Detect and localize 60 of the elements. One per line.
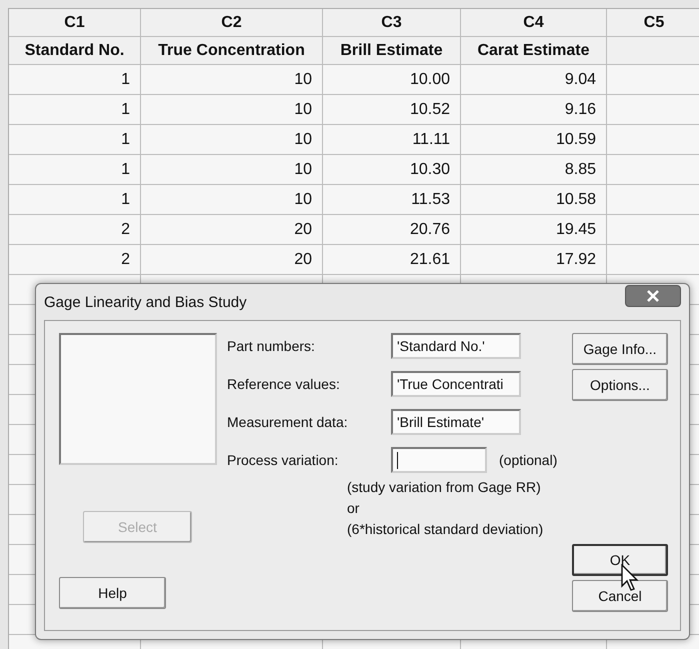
table-cell: 20 [141,245,323,275]
table-cell: 1 [9,95,141,125]
field-label: Measurement data: [227,414,349,430]
field-label: Reference values: [227,376,341,392]
column-id-header: C4 [461,9,607,37]
table-cell: 1 [9,155,141,185]
hint-text: or [347,500,360,516]
dialog-button[interactable]: Gage Info... [572,333,668,365]
table-cell: 2 [9,245,141,275]
table-cell: 17.92 [461,245,607,275]
help-button[interactable]: Help [59,577,166,609]
table-cell: 10.30 [323,155,461,185]
table-cell: 11.53 [323,185,461,215]
table-cell: 19.45 [461,215,607,245]
hint-text: (study variation from Gage RR) [347,479,542,495]
column-id-header: C3 [323,9,461,37]
column-name-header: Carat Estimate [461,37,607,65]
table-cell: 1 [9,125,141,155]
table-cell: 10.00 [323,65,461,95]
input-field[interactable]: 'Standard No.' [391,333,521,359]
column-name-header: Brill Estimate [323,37,461,65]
table-cell: 9.04 [461,65,607,95]
column-name-header: Standard No. [9,37,141,65]
table-cell: 10 [141,125,323,155]
cancel-button[interactable]: Cancel [572,580,668,612]
input-field[interactable]: 'Brill Estimate' [391,409,521,435]
mouse-pointer-icon [621,564,639,592]
table-cell: 10 [141,155,323,185]
table-cell: 2 [9,215,141,245]
hint-text: (6*historical standard deviation) [347,521,544,537]
table-cell: 10 [141,185,323,215]
close-button[interactable] [625,285,681,307]
ok-button[interactable]: OK [572,544,668,576]
dialog-button[interactable]: Options... [572,369,668,401]
column-name-header: True Concentration [141,37,323,65]
text-cursor [397,452,398,468]
input-field[interactable] [391,447,487,473]
table-cell: 1 [9,65,141,95]
field-label: Part numbers: [227,338,316,354]
variable-list[interactable] [59,333,217,465]
input-field[interactable]: 'True Concentrati [391,371,521,397]
table-cell: 20 [141,215,323,245]
field-label: Process variation: [227,452,340,468]
column-id-header: C2 [141,9,323,37]
table-cell: 20.76 [323,215,461,245]
table-cell: 9.16 [461,95,607,125]
column-id-header: C5 [607,9,699,37]
close-icon [645,290,661,302]
table-cell: 10 [141,65,323,95]
table-cell: 8.85 [461,155,607,185]
table-cell: 10.59 [461,125,607,155]
optional-note: (optional) [499,452,558,468]
table-cell: 21.61 [323,245,461,275]
table-cell: 10.58 [461,185,607,215]
column-id-header: C1 [9,9,141,37]
table-cell: 10 [141,95,323,125]
table-cell: 11.11 [323,125,461,155]
table-cell: 10.52 [323,95,461,125]
table-cell: 1 [9,185,141,215]
dialog-title: Gage Linearity and Bias Study [44,294,247,310]
